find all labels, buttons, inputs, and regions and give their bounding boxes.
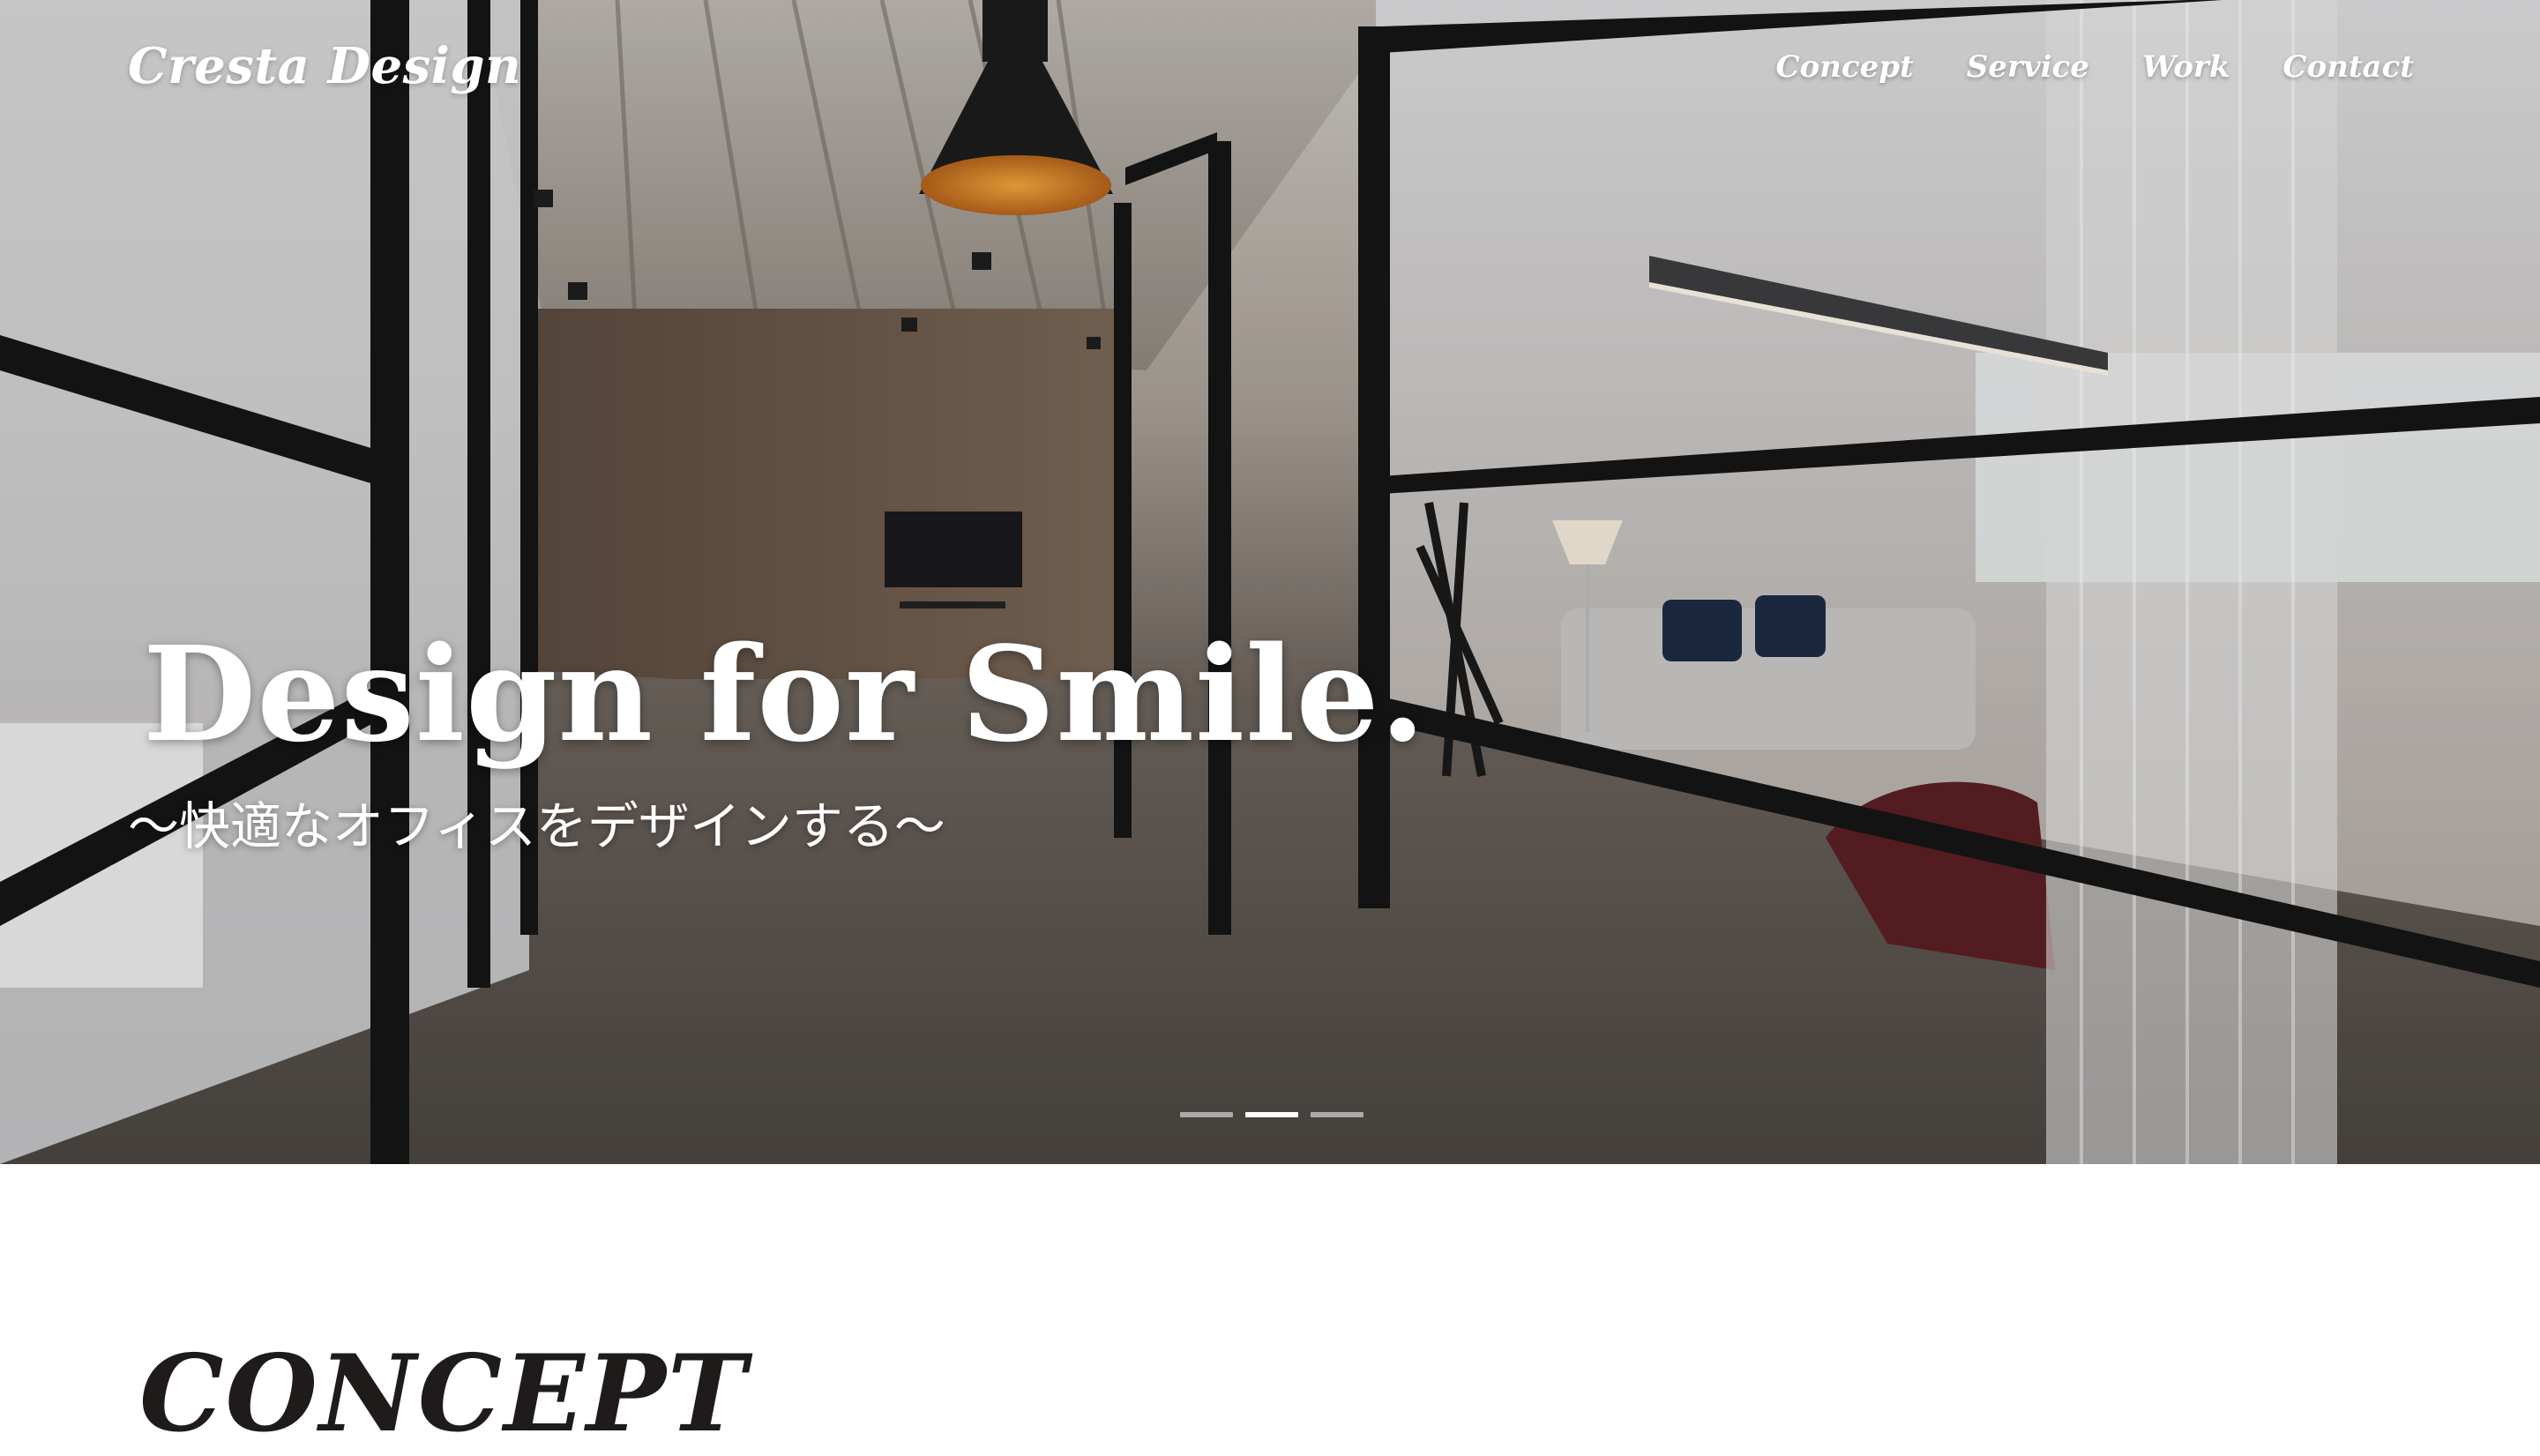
- hero-subheadline: 〜快適なオフィスをデザインする〜: [128, 796, 945, 856]
- slider-dot-3[interactable]: [1311, 1112, 1363, 1117]
- hero-background-image: [0, 0, 2540, 1164]
- concept-heading: CONCEPT: [139, 1332, 749, 1456]
- slider-dot-2[interactable]: [1245, 1112, 1298, 1117]
- hero-section: Cresta Design Concept Service Work Conta…: [0, 0, 2540, 1164]
- nav-link-concept[interactable]: Concept: [1775, 49, 1913, 85]
- hero-headline: Design for Smile.: [143, 617, 1427, 771]
- nav-link-contact[interactable]: Contact: [2282, 49, 2414, 85]
- slider-pagination: [1180, 1112, 1363, 1117]
- nav-link-work[interactable]: Work: [2142, 49, 2230, 85]
- slider-dot-1[interactable]: [1180, 1112, 1233, 1117]
- site-logo[interactable]: Cresta Design: [128, 37, 521, 95]
- nav-link-service[interactable]: Service: [1967, 49, 2089, 85]
- main-nav: Concept Service Work Contact: [1775, 49, 2414, 85]
